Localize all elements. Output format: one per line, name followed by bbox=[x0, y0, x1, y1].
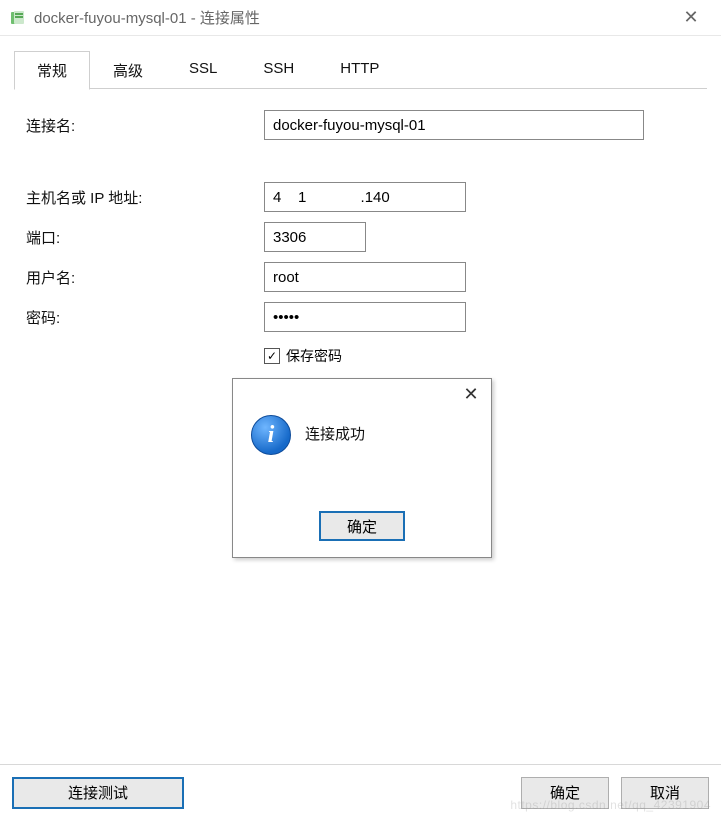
password-label: 密码: bbox=[26, 307, 264, 328]
test-connection-label: 连接测试 bbox=[68, 782, 128, 803]
tab-http-label: HTTP bbox=[340, 60, 379, 77]
ok-button[interactable]: 确定 bbox=[521, 777, 609, 809]
port-label: 端口: bbox=[26, 227, 264, 248]
tab-ssl-label: SSL bbox=[189, 60, 217, 77]
checkbox-icon: ✓ bbox=[264, 348, 280, 364]
tab-bar: 常规 高级 SSL SSH HTTP bbox=[0, 36, 721, 90]
ok-label: 确定 bbox=[550, 782, 580, 803]
tab-advanced[interactable]: 高级 bbox=[90, 51, 166, 90]
titlebar: docker-fuyou-mysql-01 - 连接属性 ✕ bbox=[0, 0, 721, 36]
tab-ssl[interactable]: SSL bbox=[166, 51, 240, 90]
host-label: 主机名或 IP 地址: bbox=[26, 187, 264, 208]
conn-name-label: 连接名: bbox=[26, 115, 264, 136]
tab-general[interactable]: 常规 bbox=[14, 51, 90, 90]
tab-ssh[interactable]: SSH bbox=[240, 51, 317, 90]
dialog-message: 连接成功 bbox=[305, 415, 365, 444]
password-input[interactable] bbox=[264, 302, 466, 332]
conn-name-input[interactable] bbox=[264, 110, 644, 140]
footer-bar: 连接测试 确定 取消 bbox=[0, 764, 721, 820]
user-input[interactable] bbox=[264, 262, 466, 292]
form: 连接名: 主机名或 IP 地址: 端口: 用户名: 密码: ✓ 保存密码 bbox=[0, 90, 721, 366]
tab-ssh-label: SSH bbox=[263, 60, 294, 77]
test-connection-button[interactable]: 连接测试 bbox=[12, 777, 184, 809]
save-password-label: 保存密码 bbox=[286, 346, 342, 366]
window-title: docker-fuyou-mysql-01 - 连接属性 bbox=[34, 7, 671, 28]
close-icon[interactable]: ✕ bbox=[671, 7, 711, 28]
cancel-button[interactable]: 取消 bbox=[621, 777, 709, 809]
info-icon: i bbox=[251, 415, 291, 455]
dialog-ok-label: 确定 bbox=[347, 516, 377, 537]
tab-advanced-label: 高级 bbox=[113, 63, 143, 80]
port-input[interactable] bbox=[264, 222, 366, 252]
app-icon bbox=[8, 9, 26, 27]
cancel-label: 取消 bbox=[650, 782, 680, 803]
save-password-checkbox[interactable]: ✓ 保存密码 bbox=[264, 346, 342, 366]
dialog-close-icon[interactable]: ✕ bbox=[457, 384, 485, 405]
tab-general-label: 常规 bbox=[37, 63, 67, 80]
message-dialog: ✕ i 连接成功 确定 bbox=[232, 378, 492, 558]
host-input[interactable] bbox=[264, 182, 466, 212]
dialog-ok-button[interactable]: 确定 bbox=[319, 511, 405, 541]
user-label: 用户名: bbox=[26, 267, 264, 288]
tab-http[interactable]: HTTP bbox=[317, 51, 402, 90]
